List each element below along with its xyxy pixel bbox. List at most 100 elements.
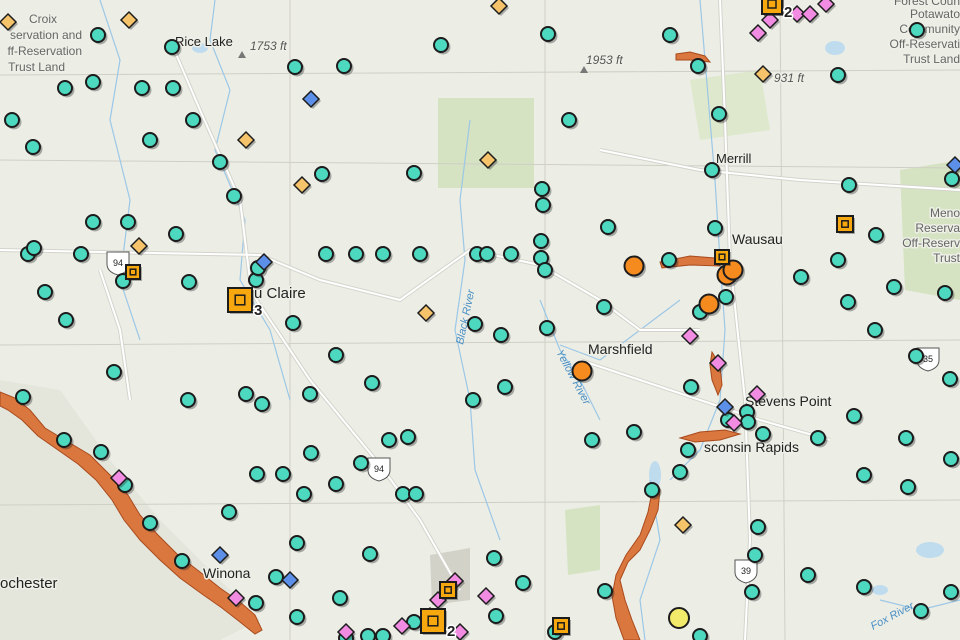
- gauge-station-marker[interactable]: [360, 628, 376, 640]
- gauge-station-marker[interactable]: [287, 59, 303, 75]
- gauge-station-marker[interactable]: [4, 112, 20, 128]
- gauge-station-marker[interactable]: [692, 628, 708, 640]
- gauge-station-marker[interactable]: [375, 246, 391, 262]
- gauge-station-marker[interactable]: [707, 220, 723, 236]
- gauge-station-marker[interactable]: [540, 26, 556, 42]
- gauge-station-marker[interactable]: [85, 74, 101, 90]
- gauge-station-marker[interactable]: [898, 430, 914, 446]
- gauge-station-marker[interactable]: [238, 386, 254, 402]
- gauge-station-marker[interactable]: [515, 575, 531, 591]
- gauge-station-marker[interactable]: [26, 240, 42, 256]
- gauge-station-marker[interactable]: [248, 595, 264, 611]
- warning-square-marker[interactable]: [439, 581, 457, 599]
- gauge-station-marker[interactable]: [328, 476, 344, 492]
- gauge-station-marker[interactable]: [93, 444, 109, 460]
- gauge-station-marker[interactable]: [142, 515, 158, 531]
- warning-square-marker[interactable]: [552, 617, 570, 635]
- gauge-station-marker[interactable]: [493, 327, 509, 343]
- gauge-station-marker[interactable]: [886, 279, 902, 295]
- gauge-station-marker[interactable]: [134, 80, 150, 96]
- gauge-station-marker[interactable]: [856, 579, 872, 595]
- gauge-station-marker[interactable]: [908, 348, 924, 364]
- gauge-station-marker[interactable]: [268, 569, 284, 585]
- gauge-station-marker[interactable]: [913, 603, 929, 619]
- gauge-station-marker[interactable]: [755, 426, 771, 442]
- gauge-station-marker[interactable]: [25, 139, 41, 155]
- gauge-station-marker[interactable]: [465, 392, 481, 408]
- gauge-station-marker[interactable]: [57, 80, 73, 96]
- gauge-station-marker[interactable]: [683, 379, 699, 395]
- gauge-station-marker[interactable]: [740, 414, 756, 430]
- gauge-station-marker[interactable]: [867, 322, 883, 338]
- basemap[interactable]: 94 94 39 35 Rice Lake u Claire Merrill W…: [0, 0, 960, 640]
- gauge-station-marker[interactable]: [535, 197, 551, 213]
- gauge-station-marker[interactable]: [597, 583, 613, 599]
- gauge-station-marker[interactable]: [711, 106, 727, 122]
- gauge-station-marker[interactable]: [943, 451, 959, 467]
- gauge-station-marker[interactable]: [479, 246, 495, 262]
- gauge-station-marker[interactable]: [942, 371, 958, 387]
- gauge-station-marker[interactable]: [73, 246, 89, 262]
- gauge-station-marker[interactable]: [626, 424, 642, 440]
- gauge-station-marker[interactable]: [497, 379, 513, 395]
- gauge-station-marker[interactable]: [212, 154, 228, 170]
- gauge-station-marker[interactable]: [486, 550, 502, 566]
- gauge-station-marker[interactable]: [296, 486, 312, 502]
- gauge-station-marker[interactable]: [318, 246, 334, 262]
- warning-square-marker[interactable]: [836, 215, 854, 233]
- gauge-station-marker[interactable]: [750, 519, 766, 535]
- gauge-station-marker[interactable]: [400, 429, 416, 445]
- gauge-station-marker[interactable]: [56, 432, 72, 448]
- action-gauge-marker[interactable]: [668, 607, 690, 629]
- gauge-station-marker[interactable]: [433, 37, 449, 53]
- gauge-station-marker[interactable]: [747, 547, 763, 563]
- gauge-station-marker[interactable]: [348, 246, 364, 262]
- gauge-station-marker[interactable]: [168, 226, 184, 242]
- gauge-station-marker[interactable]: [90, 27, 106, 43]
- gauge-station-marker[interactable]: [539, 320, 555, 336]
- gauge-station-marker[interactable]: [937, 285, 953, 301]
- gauge-station-marker[interactable]: [221, 504, 237, 520]
- gauge-station-marker[interactable]: [841, 177, 857, 193]
- gauge-station-marker[interactable]: [328, 347, 344, 363]
- warning-square-marker[interactable]: [714, 249, 730, 265]
- gauge-station-marker[interactable]: [943, 584, 959, 600]
- flood-area[interactable]: [611, 489, 661, 640]
- gauge-station-marker[interactable]: [289, 609, 305, 625]
- gauge-station-marker[interactable]: [800, 567, 816, 583]
- gauge-station-marker[interactable]: [537, 262, 553, 278]
- warning-square-marker[interactable]: [420, 608, 446, 634]
- gauge-station-marker[interactable]: [362, 546, 378, 562]
- gauge-station-marker[interactable]: [467, 316, 483, 332]
- gauge-station-marker[interactable]: [690, 58, 706, 74]
- warning-square-marker[interactable]: [227, 287, 253, 313]
- map-view[interactable]: 94 94 39 35 Rice Lake u Claire Merrill W…: [0, 0, 960, 640]
- gauge-station-marker[interactable]: [249, 466, 265, 482]
- gauge-station-marker[interactable]: [900, 479, 916, 495]
- gauge-station-marker[interactable]: [533, 233, 549, 249]
- gauge-station-marker[interactable]: [174, 553, 190, 569]
- gauge-station-marker[interactable]: [680, 442, 696, 458]
- gauge-station-marker[interactable]: [661, 252, 677, 268]
- gauge-station-marker[interactable]: [375, 628, 391, 640]
- gauge-station-marker[interactable]: [561, 112, 577, 128]
- gauge-station-marker[interactable]: [644, 482, 660, 498]
- gauge-station-marker[interactable]: [744, 584, 760, 600]
- gauge-station-marker[interactable]: [584, 432, 600, 448]
- gauge-station-marker[interactable]: [868, 227, 884, 243]
- gauge-station-marker[interactable]: [289, 535, 305, 551]
- gauge-station-marker[interactable]: [488, 608, 504, 624]
- gauge-station-marker[interactable]: [226, 188, 242, 204]
- gauge-station-marker[interactable]: [120, 214, 136, 230]
- gauge-station-marker[interactable]: [412, 246, 428, 262]
- gauge-station-marker[interactable]: [58, 312, 74, 328]
- gauge-station-marker[interactable]: [810, 430, 826, 446]
- gauge-station-marker[interactable]: [830, 67, 846, 83]
- gauge-station-marker[interactable]: [830, 252, 846, 268]
- gauge-station-marker[interactable]: [314, 166, 330, 182]
- gauge-station-marker[interactable]: [408, 486, 424, 502]
- flood-gauge-marker[interactable]: [623, 255, 645, 277]
- flood-gauge-marker[interactable]: [698, 293, 720, 315]
- gauge-station-marker[interactable]: [364, 375, 380, 391]
- gauge-station-marker[interactable]: [85, 214, 101, 230]
